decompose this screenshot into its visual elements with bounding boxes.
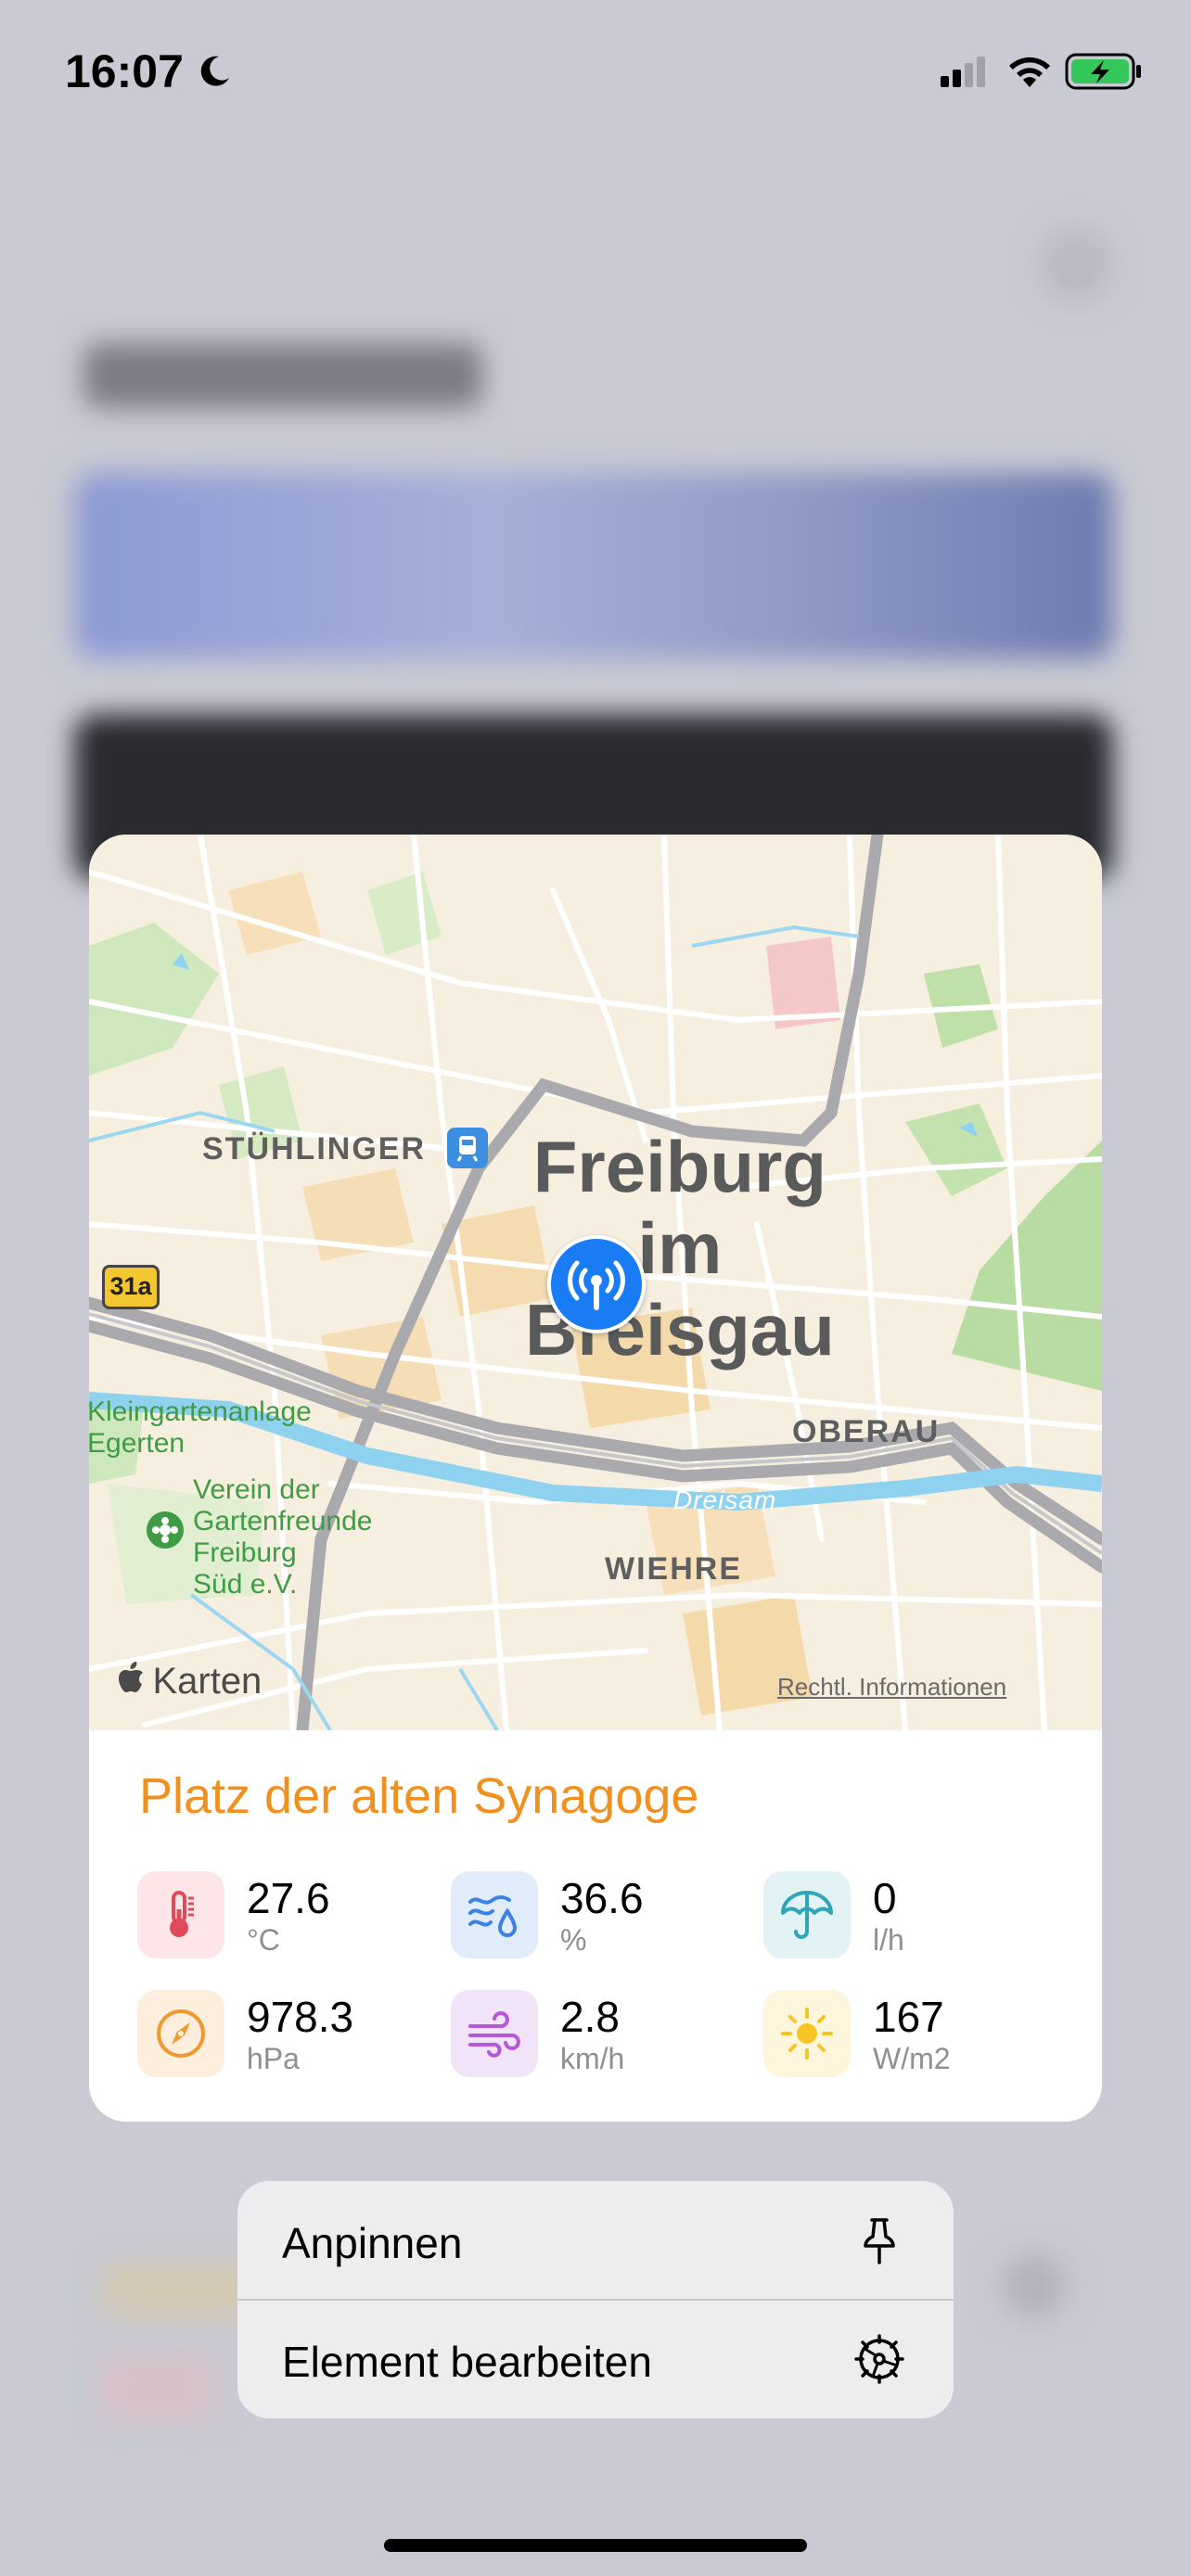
metric-value: 2.8 [560,1993,620,2041]
metric-unit: hPa [247,2042,300,2075]
metric-wind: 2.8 km/h [451,1990,748,2079]
metric-value: 0 [873,1874,897,1922]
background-button [1039,227,1113,301]
pin-icon [864,2218,895,2264]
apple-logo-icon [119,1662,143,1692]
status-bar: 16:07 [0,0,1191,139]
metric-radiation: 167 W/m2 [763,1990,1060,2079]
sun-icon [763,1990,851,2077]
metric-unit: km/h [560,2042,625,2075]
gauge-icon [137,1990,224,2077]
antenna-broadcast-icon [568,1260,625,1310]
map-view[interactable]: STÜHLINGER OBERAU WIEHRE Freiburg im Bre… [89,835,1102,1730]
metric-humidity: 36.6 % [451,1871,748,1960]
background-item [102,2355,213,2420]
home-indicator[interactable] [384,2539,807,2552]
cellular-signal-icon [941,57,985,87]
metric-rain: 0 l/h [763,1871,1060,1960]
background-item [1002,2253,1067,2318]
train-station-icon[interactable] [447,1128,488,1168]
map-district-label: OBERAU [792,1414,941,1449]
metric-value: 27.6 [247,1874,330,1922]
gear-icon [854,2334,904,2384]
flower-icon [147,1511,184,1549]
map-poi-label: Kleingartenanlage Egerten [89,1396,312,1459]
battery-charging-icon [1065,53,1141,90]
station-pin[interactable] [547,1235,646,1333]
metric-temperature: 27.6 °C [137,1871,434,1960]
background-title [83,343,482,408]
metric-unit: l/h [873,1923,904,1957]
metric-value: 36.6 [560,1874,644,1922]
station-name: Platz der alten Synagoge [139,1768,699,1824]
metric-unit: % [560,1923,587,1957]
moon-icon [200,56,229,86]
menu-item-pin[interactable]: Anpinnen [237,2181,954,2300]
maps-brand: Karten [117,1660,262,1702]
map-district-label: STÜHLINGER [202,1131,426,1167]
legal-info-link[interactable]: Rechtl. Informationen [777,1673,1006,1702]
menu-item-edit-element[interactable]: Element bearbeiten [237,2300,954,2418]
wifi-icon [1009,57,1050,87]
road-shield: 31a [102,1265,160,1309]
station-preview-card[interactable]: STÜHLINGER OBERAU WIEHRE Freiburg im Bre… [89,835,1102,2122]
metric-pressure: 978.3 hPa [137,1990,434,2079]
map-district-label: WIEHRE [605,1551,742,1587]
metric-unit: W/m2 [873,2042,951,2075]
metric-value: 978.3 [247,1993,354,2041]
wind-icon [451,1990,538,2077]
map-river-label: Dreisam [673,1486,777,1514]
metric-unit: °C [247,1923,280,1957]
status-time: 16:07 [65,45,184,97]
umbrella-icon [763,1871,851,1958]
map-poi-label: Verein der Gartenfreunde Freiburg Süd e.… [193,1474,373,1600]
metric-value: 167 [873,1993,944,2041]
background-widget [74,473,1113,658]
thermometer-icon [137,1871,224,1958]
humidity-icon [451,1871,538,1958]
context-menu: Anpinnen Element bearbeiten [237,2181,954,2418]
